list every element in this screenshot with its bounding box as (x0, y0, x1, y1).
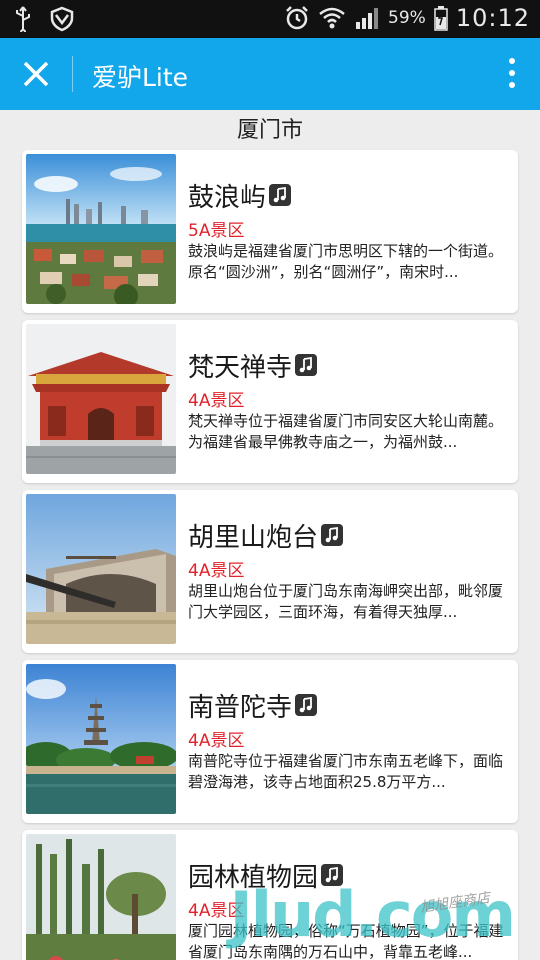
spot-thumbnail (26, 324, 176, 474)
spot-grade: 4A景区 (188, 391, 245, 411)
city-title: 厦门市 (236, 118, 303, 143)
spot-thumbnail (26, 664, 176, 814)
spot-thumbnail (26, 154, 176, 304)
close-icon[interactable] (18, 56, 54, 92)
spot-name: 胡里山炮台 (188, 522, 319, 553)
app-title: 爱驴Lite (92, 63, 189, 92)
spot-thumbnail (26, 494, 176, 644)
spot-description: 南普陀寺位于福建省厦门市东南五老峰下，面临碧澄海港，该寺占地面积25.8万平方.… (188, 752, 504, 791)
shield-icon (50, 6, 74, 32)
alarm-icon (286, 6, 308, 30)
spot-grade: 5A景区 (188, 221, 245, 241)
audio-icon[interactable] (295, 694, 318, 716)
audio-icon[interactable] (321, 524, 344, 546)
spot-description: 胡里山炮台位于厦门岛东南海岬突出部，毗邻厦门大学园区，三面环海，有着得天独厚..… (188, 582, 504, 621)
status-bar: 59% 10:12 (0, 0, 540, 38)
spot-card-fantian-temple[interactable]: 梵天禅寺 4A景区 梵天禅寺位于福建省厦门市同安区大轮山南麓。为福建省最早佛教寺… (22, 320, 518, 483)
more-vertical-icon[interactable] (508, 58, 516, 90)
spot-thumbnail (26, 834, 176, 960)
spot-info: 南普陀寺 4A景区 南普陀寺位于福建省厦门市东南五老峰下，面临碧澄海港，该寺占地… (188, 686, 510, 793)
audio-icon[interactable] (295, 354, 318, 376)
clock: 10:12 (455, 4, 530, 32)
spot-card-hulishan-fort[interactable]: 胡里山炮台 4A景区 胡里山炮台位于厦门岛东南海岬突出部，毗邻厦门大学园区，三面… (22, 490, 518, 653)
spot-card-nanputuo-temple[interactable]: 南普陀寺 4A景区 南普陀寺位于福建省厦门市东南五老峰下，面临碧澄海港，该寺占地… (22, 660, 518, 823)
spot-name: 鼓浪屿 (188, 182, 267, 213)
usb-icon (16, 6, 30, 32)
spot-grade: 4A景区 (188, 731, 245, 751)
wifi-icon (319, 7, 345, 29)
spot-list: 鼓浪屿 5A景区 鼓浪屿是福建省厦门市思明区下辖的一个街道。原名“圆沙洲”，别名… (22, 150, 518, 960)
spot-info: 胡里山炮台 4A景区 胡里山炮台位于厦门岛东南海岬突出部，毗邻厦门大学园区，三面… (188, 516, 510, 623)
app-bar: 爱驴Lite (0, 38, 540, 110)
spot-info: 鼓浪屿 5A景区 鼓浪屿是福建省厦门市思明区下辖的一个街道。原名“圆沙洲”，别名… (188, 176, 510, 283)
app-bar-divider (72, 56, 73, 92)
battery-icon (434, 6, 448, 31)
signal-icon (356, 8, 379, 29)
spot-description: 梵天禅寺位于福建省厦门市同安区大轮山南麓。为福建省最早佛教寺庙之一，为福州鼓..… (188, 412, 504, 451)
spot-info: 梵天禅寺 4A景区 梵天禅寺位于福建省厦门市同安区大轮山南麓。为福建省最早佛教寺… (188, 346, 510, 453)
audio-icon[interactable] (269, 184, 292, 206)
spot-description: 鼓浪屿是福建省厦门市思明区下辖的一个街道。原名“圆沙洲”，别名“圆洲仔”，南宋时… (188, 242, 504, 281)
spot-name: 南普陀寺 (188, 692, 293, 723)
battery-percent: 59% (388, 8, 426, 28)
spot-card-gulangyu[interactable]: 鼓浪屿 5A景区 鼓浪屿是福建省厦门市思明区下辖的一个街道。原名“圆沙洲”，别名… (22, 150, 518, 313)
spot-name: 梵天禅寺 (188, 352, 293, 383)
spot-grade: 4A景区 (188, 561, 245, 581)
